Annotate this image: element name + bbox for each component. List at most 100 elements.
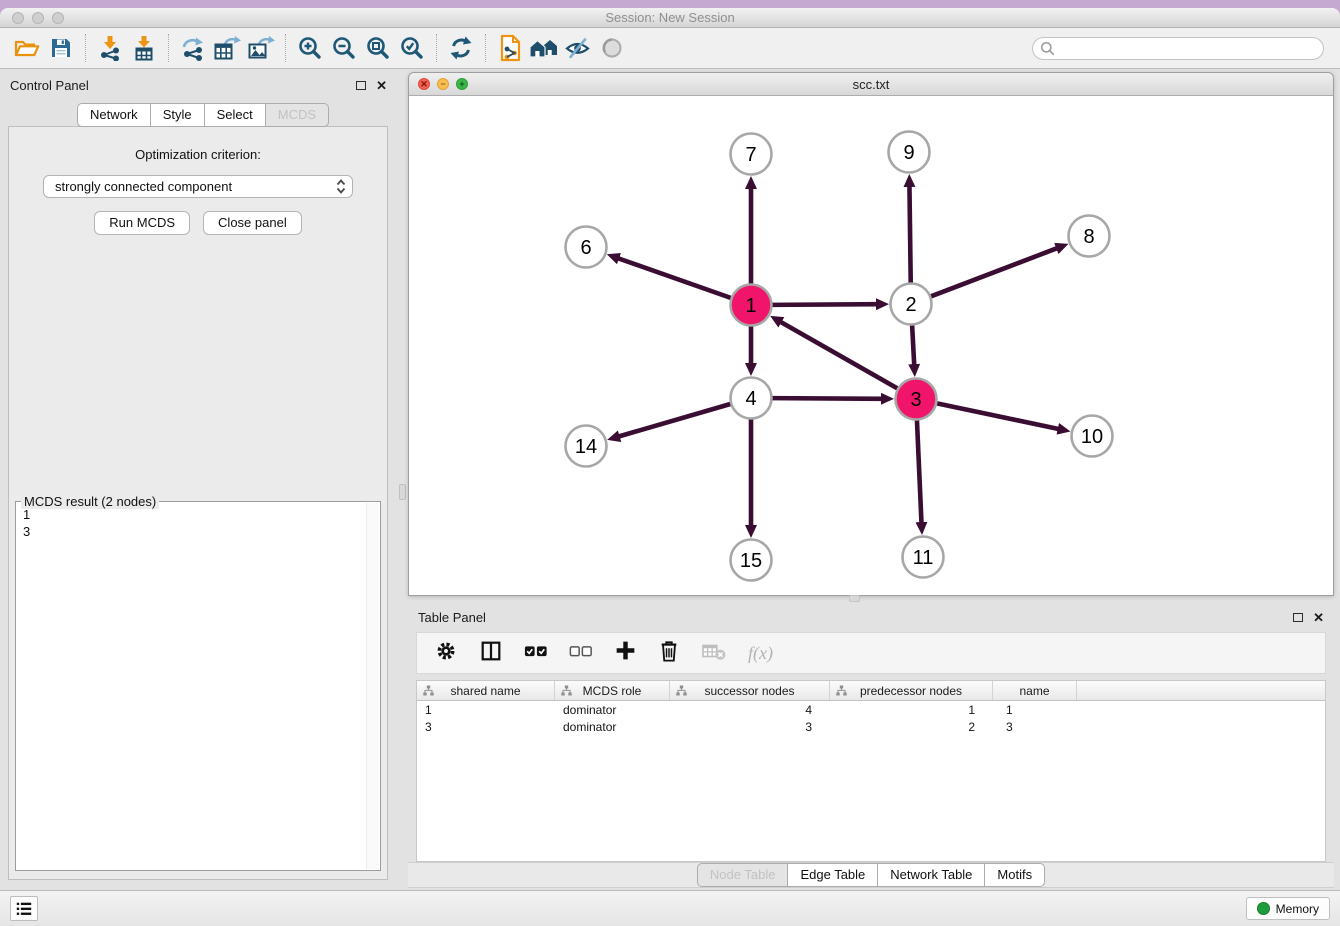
minimize-network-button[interactable]: −: [437, 78, 449, 90]
export-table-button[interactable]: [210, 33, 244, 63]
new-network-from-selection-button[interactable]: [493, 33, 527, 63]
tab-network-table[interactable]: Network Table: [878, 863, 985, 887]
column-header-successor-nodes[interactable]: successor nodes: [670, 681, 830, 700]
refresh-button[interactable]: [444, 33, 478, 63]
select-all-button[interactable]: [524, 643, 548, 664]
graph-node-7[interactable]: 7: [731, 134, 772, 175]
graph-edge-3-11[interactable]: [917, 420, 922, 523]
graph-edge-4-14[interactable]: [618, 404, 730, 437]
tab-edge-table[interactable]: Edge Table: [788, 863, 878, 887]
graph-edge-1-6[interactable]: [618, 258, 731, 298]
memory-button[interactable]: Memory: [1246, 897, 1330, 920]
zoom-window-button[interactable]: [52, 12, 64, 24]
horizontal-splitter-handle[interactable]: [849, 595, 860, 602]
close-panel-icon[interactable]: ✕: [376, 79, 387, 92]
app-window: Session: New Session: [0, 8, 1340, 926]
graph-node-9[interactable]: 9: [889, 132, 930, 173]
table-cell[interactable]: dominator: [555, 703, 670, 717]
delete-table-button[interactable]: [701, 640, 727, 667]
search-field[interactable]: [1032, 37, 1324, 60]
close-panel-button[interactable]: Close panel: [203, 211, 302, 235]
table-cell[interactable]: 1: [993, 703, 1077, 717]
table-cell[interactable]: 3: [993, 720, 1077, 734]
graph-node-1[interactable]: 1: [731, 285, 772, 326]
table-cell[interactable]: dominator: [555, 720, 670, 734]
run-mcds-button[interactable]: Run MCDS: [94, 211, 190, 235]
tab-network[interactable]: Network: [77, 103, 151, 127]
graph-node-3[interactable]: 3: [896, 379, 937, 420]
tab-mcds[interactable]: MCDS: [266, 103, 329, 127]
graph-node-8[interactable]: 8: [1069, 216, 1110, 257]
vertical-splitter-handle[interactable]: [399, 484, 406, 500]
zoom-out-button[interactable]: [327, 33, 361, 63]
graph-edge-2-9[interactable]: [909, 185, 910, 282]
graph-edge-3-1[interactable]: [780, 322, 897, 389]
tab-motifs[interactable]: Motifs: [985, 863, 1045, 887]
table-row[interactable]: 3dominator323: [417, 718, 1325, 735]
tab-select[interactable]: Select: [205, 103, 266, 127]
table-cell[interactable]: 1: [830, 703, 993, 717]
table-row[interactable]: 1dominator411: [417, 701, 1325, 718]
add-column-button[interactable]: [614, 639, 637, 667]
show-all-button[interactable]: [595, 33, 629, 63]
column-header-shared-name[interactable]: shared name: [417, 681, 555, 700]
export-image-button[interactable]: [244, 33, 278, 63]
graph-node-14[interactable]: 14: [566, 426, 607, 467]
graph-edge-4-3[interactable]: [772, 398, 882, 399]
first-neighbors-button[interactable]: [527, 33, 561, 63]
graph-edge-2-8[interactable]: [931, 248, 1058, 296]
show-columns-button[interactable]: [479, 639, 503, 668]
minimize-window-button[interactable]: [32, 12, 44, 24]
graph-node-10[interactable]: 10: [1072, 416, 1113, 457]
network-window-titlebar[interactable]: ✕−+ scc.txt: [409, 73, 1333, 96]
export-network-button[interactable]: [176, 33, 210, 63]
table-cell[interactable]: 3: [417, 720, 555, 734]
column-header-predecessor-nodes[interactable]: predecessor nodes: [830, 681, 993, 700]
import-table-button[interactable]: [127, 33, 161, 63]
zoom-in-button[interactable]: [293, 33, 327, 63]
result-scrollbar[interactable]: [366, 503, 379, 869]
deselect-all-button[interactable]: [569, 643, 593, 664]
delete-column-button[interactable]: [658, 639, 680, 668]
table-cell[interactable]: 2: [830, 720, 993, 734]
close-window-button[interactable]: [12, 12, 24, 24]
result-line: 1: [23, 506, 359, 523]
task-history-button[interactable]: [10, 896, 38, 921]
refresh-icon: [448, 35, 474, 61]
hide-selected-button[interactable]: [561, 33, 595, 63]
network-canvas[interactable]: 7 9 6 8 1 2 4 3 14 10 15 11: [409, 96, 1333, 595]
zoom-selected-button[interactable]: [395, 33, 429, 63]
mcds-result-text[interactable]: 13: [17, 503, 365, 869]
search-input[interactable]: [1059, 41, 1316, 56]
graph-node-15[interactable]: 15: [731, 540, 772, 581]
deselect-all-icon: [569, 643, 593, 659]
zoom-fit-button[interactable]: [361, 33, 395, 63]
function-builder-button[interactable]: f(x): [748, 643, 773, 664]
window-title: Session: New Session: [605, 10, 734, 25]
graph-node-11[interactable]: 11: [903, 537, 944, 578]
table-cell[interactable]: 1: [417, 703, 555, 717]
float-table-panel-icon[interactable]: [1293, 613, 1303, 622]
column-header-name[interactable]: name: [993, 681, 1077, 700]
graph-node-2[interactable]: 2: [891, 284, 932, 325]
import-network-button[interactable]: [93, 33, 127, 63]
tab-style[interactable]: Style: [151, 103, 205, 127]
table-settings-button[interactable]: [434, 639, 458, 668]
save-session-button[interactable]: [44, 33, 78, 63]
graph-node-4[interactable]: 4: [731, 378, 772, 419]
column-header-MCDS-role[interactable]: MCDS role: [555, 681, 670, 700]
graph-edge-2-3[interactable]: [912, 325, 914, 365]
optimization-criterion-select[interactable]: strongly connected component: [43, 175, 353, 198]
zoom-network-button[interactable]: +: [456, 78, 468, 90]
close-table-panel-icon[interactable]: ✕: [1313, 611, 1324, 624]
close-network-button[interactable]: ✕: [418, 78, 430, 90]
table-cell[interactable]: 3: [670, 720, 830, 734]
table-cell[interactable]: 4: [670, 703, 830, 717]
open-session-button[interactable]: [10, 33, 44, 63]
tab-node-table[interactable]: Node Table: [697, 863, 789, 887]
float-panel-icon[interactable]: [356, 81, 366, 90]
graph-edge-3-10[interactable]: [937, 403, 1059, 429]
hierarchy-icon: [676, 685, 687, 697]
graph-edge-1-2[interactable]: [772, 304, 877, 305]
graph-node-6[interactable]: 6: [566, 227, 607, 268]
